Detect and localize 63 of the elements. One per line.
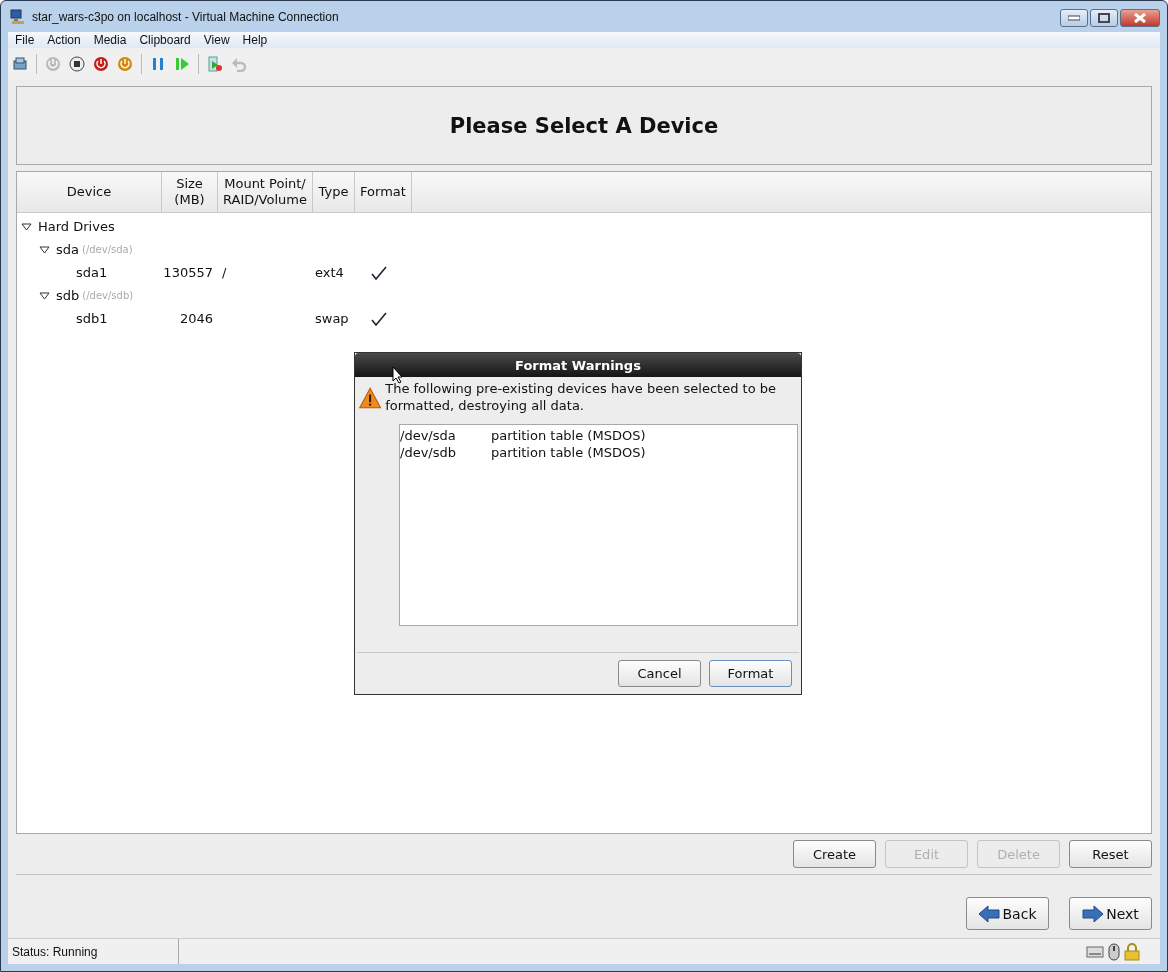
device-path: /dev/sdb (400, 444, 457, 461)
expanded-triangle-icon[interactable] (39, 291, 50, 300)
device-description: partition table (MSDOS) (491, 427, 646, 444)
page-heading: Please Select A Device (449, 113, 719, 138)
device-name: sdb1 (76, 311, 108, 326)
expanded-triangle-icon[interactable] (21, 222, 32, 231)
action-button[interactable]: Reset (1069, 840, 1152, 868)
maximize-button[interactable] (1090, 9, 1118, 27)
keyboard-icon (1086, 944, 1104, 959)
menu-item[interactable]: Clipboard (132, 33, 197, 47)
window-title: star_wars-c3po on localhost - Virtual Machine Connection (32, 9, 340, 24)
menu-item[interactable]: Action (40, 33, 87, 47)
warning-message: The following pre-existing devices have been selected to be formatted, destroying all data. (385, 380, 777, 414)
menu-item[interactable]: Media (86, 33, 133, 47)
device-name: Hard Drives (38, 219, 115, 234)
column-header[interactable]: Mount Point/ RAID/Volume (218, 172, 313, 212)
column-header[interactable]: Format (355, 172, 412, 212)
toolbar-button[interactable] (67, 54, 87, 74)
power-icon (117, 56, 133, 72)
dialog-title: Format Warnings (515, 357, 641, 373)
padlock-icon (1124, 942, 1140, 961)
close-icon (1133, 13, 1147, 23)
power-icon (45, 56, 61, 72)
menu-item[interactable]: Help (235, 33, 274, 47)
device-name: sda (56, 242, 79, 257)
dialog-button[interactable]: Cancel (618, 660, 701, 687)
column-header[interactable]: Size (MB) (162, 172, 218, 212)
size-cell-text: 2046 (178, 311, 214, 326)
device-name: sdb (56, 288, 80, 303)
play-icon (174, 56, 190, 72)
column-header[interactable]: Device (17, 172, 162, 212)
menu-item[interactable]: View (196, 33, 236, 47)
type-cell-text: swap (314, 311, 350, 326)
menu-item[interactable]: File (8, 33, 41, 47)
toolbar-button[interactable] (91, 54, 111, 74)
status-text: Status: Running (8, 939, 179, 964)
device-name: sda1 (76, 265, 108, 280)
mouse-pointer-icon (392, 366, 404, 384)
mount-cell-text: / (221, 265, 228, 280)
action-button[interactable]: Create (793, 840, 876, 868)
expanded-triangle-icon[interactable] (39, 245, 50, 254)
dialog-button[interactable]: Format (709, 660, 792, 687)
undo-icon (231, 56, 247, 72)
column-header[interactable]: Type (313, 172, 355, 212)
device-path: (/dev/sda) (82, 244, 133, 255)
next-button[interactable]: Next (1069, 897, 1152, 930)
device-description: partition table (MSDOS) (491, 444, 646, 461)
minimize-button[interactable] (1060, 9, 1088, 27)
minimize-icon (1068, 15, 1080, 21)
mouse-icon (1108, 942, 1120, 961)
size-cell-text: 130557 (162, 265, 214, 280)
type-cell-text: ext4 (314, 265, 345, 280)
device-path: /dev/sda (400, 427, 457, 444)
maximize-icon (1098, 13, 1110, 23)
computer-icon (10, 8, 26, 25)
power-icon (93, 56, 109, 72)
pause-icon (150, 56, 166, 72)
device-path: (/dev/sdb) (82, 290, 134, 301)
stop-icon (69, 56, 85, 72)
close-button[interactable] (1120, 9, 1160, 27)
arrow-icon (978, 903, 1001, 924)
arrow-icon (1082, 903, 1105, 924)
back-button[interactable]: Back (966, 897, 1049, 930)
